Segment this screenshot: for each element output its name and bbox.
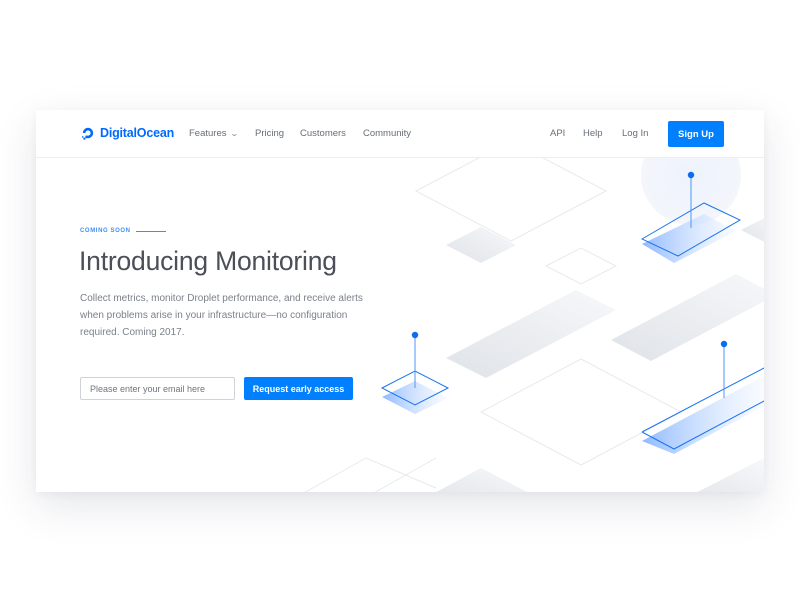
nav-login[interactable]: Log In [622,128,648,139]
grey-slab [741,218,764,242]
nav-help[interactable]: Help [583,128,603,139]
brand-logo[interactable]: DigitalOcean [80,125,174,141]
eyebrow-divider [135,230,166,232]
nav-features[interactable]: Features ⌄ [189,128,239,139]
outline-diamond [544,247,618,285]
outline-diamond [414,158,608,242]
nav-community[interactable]: Community [363,128,411,139]
request-early-access-button[interactable]: Request early access [244,377,353,400]
nav-api[interactable]: API [550,128,565,139]
outline-diamond [479,358,683,466]
grey-slab [436,468,528,492]
eyebrow-text: COMING SOON [80,228,131,234]
blue-platform-fill [642,214,736,263]
nav-pricing[interactable]: Pricing [255,128,284,139]
landing-page-card: DigitalOcean Features ⌄ Pricing Customers… [36,110,764,492]
nav-features-label: Features [189,128,227,139]
chevron-down-icon: ⌄ [229,129,239,138]
hero-description: Collect metrics, monitor Droplet perform… [80,293,363,338]
outline-diamond [304,457,437,492]
sign-up-button[interactable]: Sign Up [668,121,724,147]
page-title: Introducing Monitoring [79,246,337,276]
pin-dot [687,171,695,179]
pin-dot [411,331,419,339]
brand-name: DigitalOcean [100,126,175,140]
outline-diamond [374,457,437,492]
grey-slab [697,458,764,492]
pin-dot [720,340,728,348]
blue-platform-fill [642,376,764,454]
coming-soon-eyebrow: COMING SOON [80,228,166,234]
grey-slab [446,290,616,378]
nav-customers[interactable]: Customers [300,128,346,139]
grey-slab [611,274,764,361]
digitalocean-logo-icon [82,127,94,140]
grey-slab [446,227,516,263]
email-input[interactable] [80,377,235,400]
top-navigation: DigitalOcean Features ⌄ Pricing Customers… [36,110,764,158]
